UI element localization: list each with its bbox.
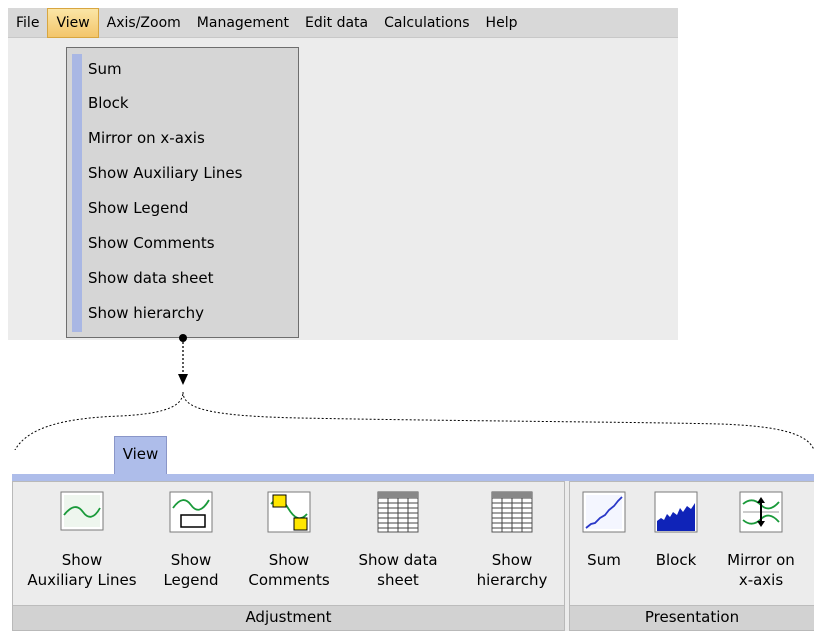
data-sheet-icon — [377, 491, 419, 533]
show-hierarchy-button[interactable]: Show hierarchy — [465, 482, 559, 604]
button-label-line2: hierarchy — [476, 571, 548, 589]
button-label-line2: Legend — [163, 571, 219, 589]
sum-chart-icon — [582, 491, 626, 533]
group-adjustment: Show Auxiliary Lines Show Legend Show Comme… — [12, 481, 565, 631]
button-label-line2: Comments — [248, 571, 330, 589]
menu-axis-zoom[interactable]: Axis/Zoom — [99, 8, 189, 38]
ribbon-tab-view[interactable]: View — [114, 436, 167, 474]
button-label-line2: x-axis — [738, 571, 784, 589]
dropdown-icon-stripe — [72, 54, 82, 332]
show-comments-button[interactable]: Show Comments — [241, 482, 337, 604]
dropdown-item-hierarchy[interactable]: Show hierarchy — [88, 298, 204, 328]
dropdown-item-auxiliary-lines[interactable]: Show Auxiliary Lines — [88, 158, 242, 188]
block-button[interactable]: Block — [644, 482, 708, 604]
mirror-on-x-axis-button[interactable]: Mirror on x-axis — [716, 482, 806, 604]
button-label-line1: Show — [61, 551, 103, 569]
menu-help[interactable]: Help — [478, 8, 526, 38]
mirror-x-axis-icon — [739, 491, 783, 533]
show-data-sheet-button[interactable]: Show data sheet — [343, 482, 453, 604]
dropdown-item-data-sheet[interactable]: Show data sheet — [88, 263, 213, 293]
menu-calculations[interactable]: Calculations — [376, 8, 477, 38]
button-label-line1: Show — [491, 551, 533, 569]
group-label-presentation: Presentation — [570, 605, 814, 630]
button-label-line1: Show — [268, 551, 310, 569]
group-label-adjustment: Adjustment — [13, 605, 564, 630]
dropdown-item-block[interactable]: Block — [88, 88, 129, 118]
ribbon-panel: Show Auxiliary Lines Show Legend Show Comme… — [12, 481, 814, 631]
button-label-line1: Block — [655, 551, 697, 569]
button-label-line1: Show data — [358, 551, 438, 569]
dropdown-item-mirror-x-axis[interactable]: Mirror on x-axis — [88, 123, 205, 153]
block-chart-icon — [654, 491, 698, 533]
group-presentation: Sum Block Mirror on x-axis Presentation — [569, 481, 814, 631]
dropdown-item-legend[interactable]: Show Legend — [88, 193, 188, 223]
button-label-line1: Sum — [587, 551, 621, 569]
button-label-line2: sheet — [377, 571, 419, 589]
hierarchy-icon — [491, 491, 533, 533]
button-label-line2: Auxiliary Lines — [27, 571, 137, 589]
sum-button[interactable]: Sum — [572, 482, 636, 604]
auxiliary-lines-icon — [60, 491, 104, 531]
dropdown-to-ribbon-connector — [14, 334, 814, 450]
button-label-line1: Show — [170, 551, 212, 569]
comments-icon — [267, 491, 311, 533]
show-auxiliary-lines-button[interactable]: Show Auxiliary Lines — [13, 482, 151, 604]
menu-file[interactable]: File — [8, 8, 47, 38]
view-dropdown-menu: Sum Block Mirror on x-axis Show Auxiliar… — [66, 47, 299, 338]
dropdown-item-comments[interactable]: Show Comments — [88, 228, 215, 258]
legend-icon — [169, 491, 213, 533]
button-label-line1: Mirror on — [727, 551, 795, 569]
dropdown-item-sum[interactable]: Sum — [88, 54, 122, 84]
menu-management[interactable]: Management — [189, 8, 297, 38]
menu-view[interactable]: View — [47, 7, 99, 38]
menu-bar: File View Axis/Zoom Management Edit data… — [8, 7, 678, 38]
menu-edit-data[interactable]: Edit data — [297, 8, 376, 38]
show-legend-button[interactable]: Show Legend — [153, 482, 229, 604]
ribbon-tab-strip — [12, 474, 814, 481]
